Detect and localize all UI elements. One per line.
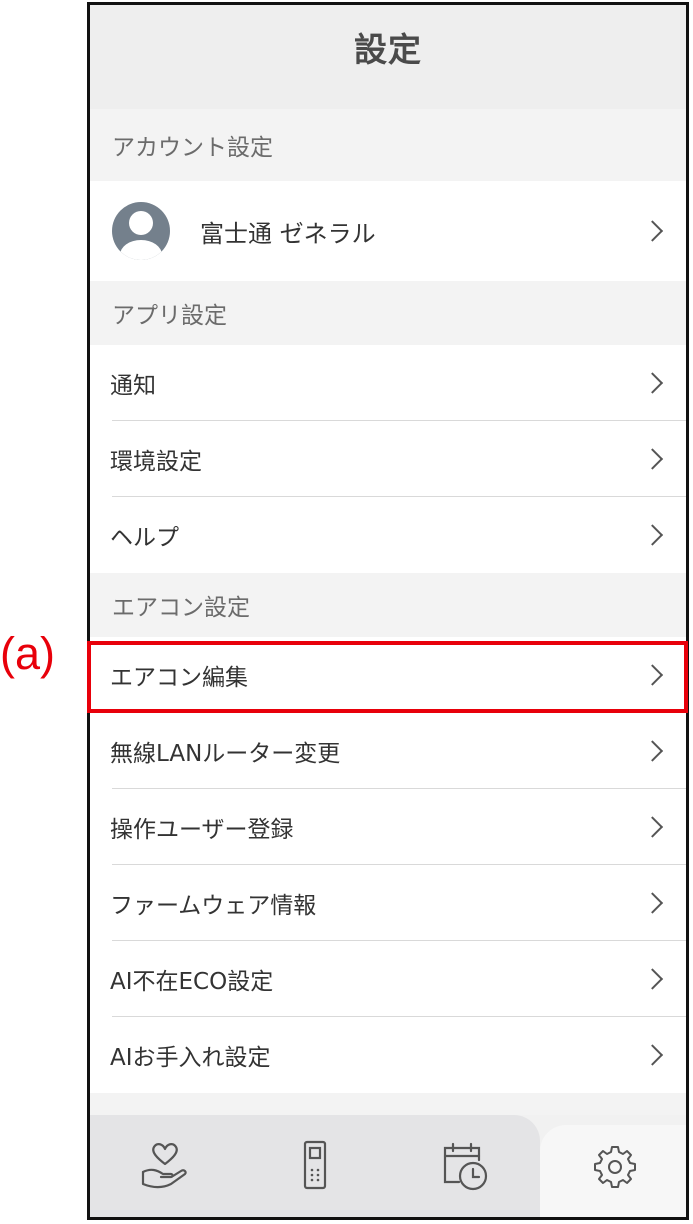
chevron-right-icon	[641, 220, 664, 242]
menu-item-label: ヘルプ	[110, 525, 179, 551]
tab-schedule[interactable]	[410, 1115, 520, 1217]
menu-item-ai-cleaning[interactable]: AIお手入れ設定	[90, 1017, 686, 1093]
calendar-clock-icon	[443, 1142, 488, 1191]
avatar-icon	[112, 202, 170, 260]
menu-item-label: ファームウェア情報	[110, 893, 317, 919]
tab-care[interactable]	[110, 1115, 220, 1217]
menu-item-preferences[interactable]: 環境設定	[90, 421, 686, 497]
heart-hand-icon	[141, 1143, 187, 1189]
chevron-right-icon	[641, 968, 664, 990]
tab-bar	[90, 1115, 686, 1217]
tab-settings[interactable]	[560, 1115, 670, 1217]
menu-item-firmware-info[interactable]: ファームウェア情報	[90, 865, 686, 941]
section-header-account: アカウント設定	[90, 109, 686, 181]
menu-item-label: 通知	[110, 373, 156, 399]
menu-item-label: AI不在ECO設定	[110, 969, 274, 995]
menu-item-help[interactable]: ヘルプ	[90, 497, 686, 573]
chevron-right-icon	[641, 524, 664, 546]
chevron-right-icon	[641, 372, 664, 394]
chevron-right-icon	[641, 740, 664, 762]
menu-item-label: 操作ユーザー登録	[110, 817, 294, 843]
chevron-right-icon	[641, 1044, 664, 1066]
account-row[interactable]: 富士通 ゼネラル	[90, 181, 686, 281]
menu-item-notification[interactable]: 通知	[90, 345, 686, 421]
annotation-label: (a)	[0, 628, 55, 679]
tab-remote[interactable]	[260, 1115, 370, 1217]
menu-item-label: AIお手入れ設定	[110, 1045, 271, 1071]
menu-item-change-router[interactable]: 無線LANルーター変更	[90, 713, 686, 789]
chevron-right-icon	[641, 816, 664, 838]
account-name: 富士通 ゼネラル	[200, 219, 376, 248]
gear-icon	[594, 1146, 636, 1188]
menu-item-register-user[interactable]: 操作ユーザー登録	[90, 789, 686, 865]
menu-item-label: 環境設定	[110, 449, 202, 475]
phone-screen: 設定 アカウント設定 富士通 ゼネラル アプリ設定 通知 環境設定 ヘルプ エア…	[87, 2, 689, 1220]
highlight-box	[87, 641, 688, 713]
section-header-aircon: エアコン設定	[90, 573, 686, 637]
menu-item-ai-eco[interactable]: AI不在ECO設定	[90, 941, 686, 1017]
section-header-app: アプリ設定	[90, 281, 686, 345]
page-title: 設定	[354, 30, 422, 69]
chevron-right-icon	[641, 892, 664, 914]
remote-control-icon	[303, 1140, 327, 1190]
menu-item-label: 無線LANルーター変更	[110, 741, 341, 767]
header: 設定	[90, 5, 686, 109]
chevron-right-icon	[641, 448, 664, 470]
